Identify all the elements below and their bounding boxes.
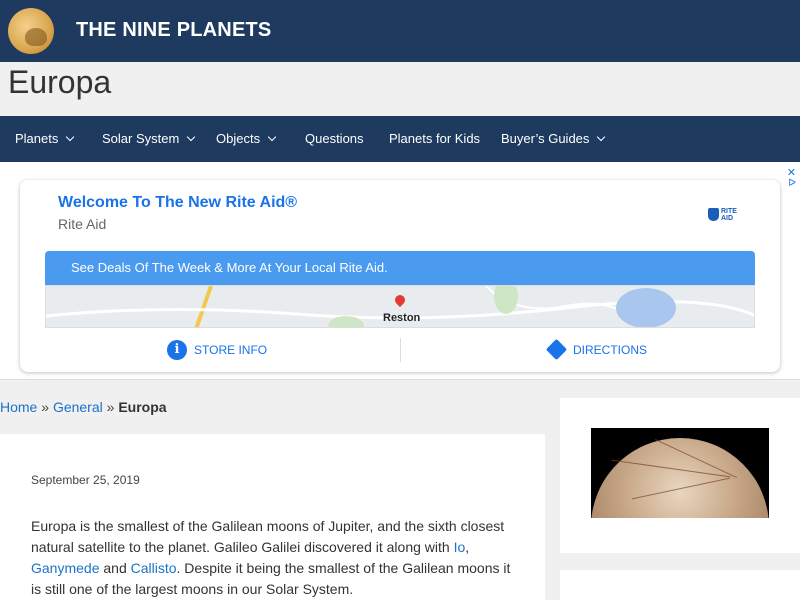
- chevron-down-icon: [187, 132, 196, 142]
- post-text: ,: [465, 539, 470, 555]
- breadcrumb-home-link[interactable]: Home: [0, 399, 37, 415]
- map-water: [616, 288, 676, 327]
- post-text: and: [99, 560, 131, 576]
- page-title: Europa: [8, 64, 112, 100]
- directions-button[interactable]: DIRECTIONS: [573, 340, 647, 360]
- breadcrumb-current: Europa: [118, 399, 167, 415]
- io-link[interactable]: Io: [454, 539, 466, 555]
- nav-item-objects[interactable]: Objects: [216, 116, 277, 162]
- ad-headline[interactable]: Welcome To The New Rite Aid®: [58, 194, 297, 212]
- nav-item-planets-for-kids[interactable]: Planets for Kids: [389, 116, 480, 162]
- nav-item-label: Planets for Kids: [389, 131, 481, 146]
- ganymede-link[interactable]: Ganymede: [31, 560, 99, 576]
- breadcrumb: Home » General » Europa: [0, 399, 167, 415]
- rite-aid-logo-icon: [708, 208, 719, 221]
- main-nav: Planets Solar System Objects Questions P…: [0, 116, 800, 162]
- map-road: [194, 286, 213, 327]
- nav-item-label: Buyer’s Guides: [501, 131, 590, 146]
- rite-aid-logo[interactable]: RITE AID: [708, 208, 740, 224]
- page-title-bar: [0, 62, 800, 116]
- nav-item-questions[interactable]: Questions: [305, 116, 364, 162]
- post-body: Europa is the smallest of the Galilean m…: [31, 516, 511, 600]
- callisto-link[interactable]: Callisto: [131, 560, 177, 576]
- post-text: Europa is the smallest of the Galilean m…: [31, 518, 505, 555]
- ad-divider: [400, 338, 401, 362]
- map-label: Reston: [383, 312, 421, 324]
- chevron-down-icon: [66, 132, 75, 142]
- adchoices-icon[interactable]: ᐅ: [788, 178, 796, 189]
- ad-logo-text: RITE AID: [721, 208, 737, 222]
- site-title[interactable]: THE NINE PLANETS: [76, 19, 271, 42]
- info-icon[interactable]: i: [167, 340, 187, 360]
- breadcrumb-separator: »: [102, 399, 119, 415]
- post-date: September 25, 2019: [31, 473, 140, 487]
- chevron-down-icon: [597, 132, 606, 142]
- nav-item-label: Solar System: [102, 131, 180, 146]
- breadcrumb-category-link[interactable]: General: [53, 399, 103, 415]
- breadcrumb-separator: »: [37, 399, 53, 415]
- site-header: THE NINE PLANETS: [0, 0, 800, 62]
- nav-item-label: Objects: [216, 131, 261, 146]
- europa-image[interactable]: [591, 428, 769, 518]
- nav-item-label: Planets: [15, 131, 59, 146]
- map-park: [494, 286, 518, 314]
- sidebar-widget: [560, 570, 800, 600]
- store-info-button[interactable]: STORE INFO: [194, 340, 267, 360]
- ad-advertiser: Rite Aid: [58, 216, 107, 232]
- nav-item-solar-system[interactable]: Solar System: [102, 116, 196, 162]
- nav-item-planets[interactable]: Planets: [15, 116, 75, 162]
- nav-item-buyers-guides[interactable]: Buyer’s Guides: [501, 116, 606, 162]
- ad-banner-text[interactable]: See Deals Of The Week & More At Your Loc…: [71, 260, 388, 275]
- nav-item-label: Questions: [305, 131, 364, 146]
- site-logo-icon[interactable]: [8, 8, 54, 54]
- chevron-down-icon: [267, 132, 277, 142]
